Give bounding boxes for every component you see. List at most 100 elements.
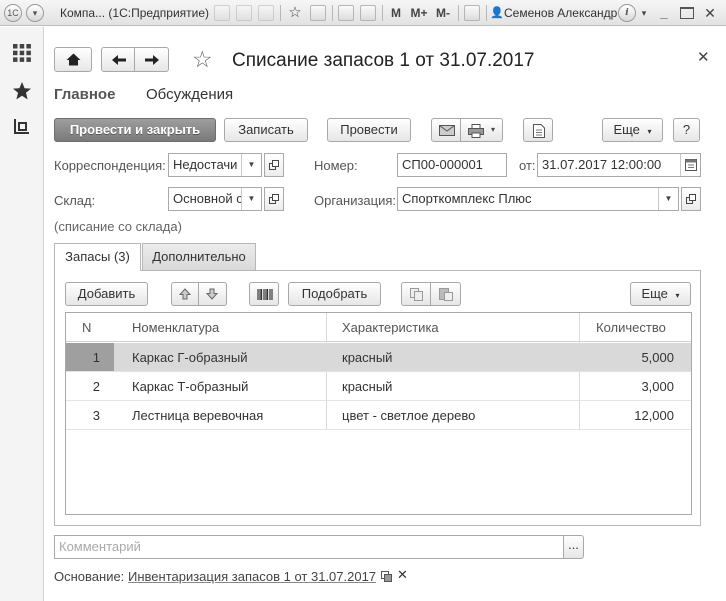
row-number: 1: [92, 350, 100, 365]
home-button[interactable]: [54, 47, 92, 72]
tab-stocks[interactable]: Запасы (3): [54, 243, 141, 271]
left-panel: [0, 27, 44, 601]
warehouse-value: Основной с: [173, 191, 243, 206]
memory-m-button[interactable]: M: [388, 4, 404, 22]
favorites-star-icon[interactable]: ☆: [286, 4, 304, 22]
window-layout-icon[interactable]: [464, 5, 480, 21]
date-field[interactable]: 31.07.2017 12:00:00: [537, 153, 701, 177]
open-icon: [686, 194, 696, 204]
table-row[interactable]: 1 Каркас Г-образный красный 5,000: [66, 343, 691, 372]
main-menu-button[interactable]: ▾: [26, 4, 44, 22]
save-button[interactable]: Записать: [224, 118, 308, 142]
table-more-button[interactable]: Еще ▾: [630, 282, 691, 306]
correspondence-value: Недостачи: [173, 157, 238, 172]
print-dropdown-icon: ▾: [491, 125, 496, 134]
column-header-n[interactable]: N: [82, 313, 102, 342]
email-button[interactable]: [431, 118, 461, 142]
minimize-icon[interactable]: _: [656, 4, 672, 22]
arrow-right-icon: [145, 55, 159, 65]
preview-icon[interactable]: [258, 5, 274, 21]
favorites-star-icon[interactable]: [12, 81, 32, 101]
forward-button[interactable]: [135, 47, 169, 72]
sections-grid-icon[interactable]: [12, 43, 32, 63]
move-up-button[interactable]: [171, 282, 199, 306]
calendar-icon[interactable]: [360, 5, 376, 21]
memory-minus-button[interactable]: M-: [432, 4, 454, 22]
copy-icon: [410, 288, 423, 301]
select-basis-icon[interactable]: [381, 571, 392, 582]
tab-additional[interactable]: Дополнительно: [142, 243, 256, 270]
move-down-button[interactable]: [199, 282, 227, 306]
maximize-icon[interactable]: [680, 7, 694, 19]
window-titlebar: 1С ▾ Компа... (1С:Предприятие) ☆ M M+ M-…: [0, 0, 726, 26]
window-title: Компа... (1С:Предприятие): [60, 6, 210, 20]
organization-label: Организация:: [314, 193, 397, 208]
comment-expand-button[interactable]: ...: [563, 535, 584, 559]
print-button[interactable]: ▾: [461, 118, 503, 142]
row-characteristic: красный: [342, 350, 393, 365]
nav-discussions[interactable]: Обсуждения: [146, 86, 233, 103]
chevron-down-icon[interactable]: ▼: [241, 154, 261, 176]
history-icon[interactable]: [12, 117, 32, 137]
arrow-up-icon: [179, 288, 191, 300]
document-icon: [533, 124, 545, 138]
arrow-down-icon: [206, 288, 218, 300]
warehouse-field[interactable]: Основной с ▼: [168, 187, 262, 211]
info-icon[interactable]: i: [618, 4, 636, 22]
paste-button[interactable]: [431, 282, 461, 306]
help-button[interactable]: ?: [673, 118, 700, 142]
copy-button[interactable]: [401, 282, 431, 306]
favorite-star-icon[interactable]: ☆: [192, 46, 213, 72]
number-label: Номер:: [314, 158, 358, 173]
organization-field[interactable]: Спорткомплекс Плюс ▼: [397, 187, 679, 211]
post-and-close-button[interactable]: Провести и закрыть: [54, 118, 216, 142]
barcode-button[interactable]: [249, 282, 279, 306]
row-characteristic: красный: [342, 379, 393, 394]
add-button[interactable]: Добавить: [65, 282, 148, 306]
clear-basis-icon[interactable]: ✕: [397, 567, 408, 583]
row-characteristic: цвет - светлое дерево: [342, 408, 476, 423]
warehouse-open-button[interactable]: [264, 187, 284, 211]
form-close-icon[interactable]: ✕: [697, 49, 710, 67]
home-icon: [66, 53, 81, 66]
favorites-add-icon[interactable]: [310, 5, 326, 21]
printer-icon: [468, 124, 484, 138]
back-button[interactable]: [101, 47, 135, 72]
organization-open-button[interactable]: [681, 187, 701, 211]
user-name[interactable]: Семенов Александр: [504, 4, 617, 22]
basis-link[interactable]: Инвентаризация запасов 1 от 31.07.2017: [128, 569, 376, 585]
comment-input[interactable]: Комментарий: [54, 535, 564, 559]
print-icon[interactable]: [236, 5, 252, 21]
number-field[interactable]: СП00-000001: [397, 153, 507, 177]
row-number: 3: [92, 408, 100, 423]
row-number: 2: [92, 379, 100, 394]
save-disk-icon[interactable]: [214, 5, 230, 21]
row-item: Каркас Г-образный: [132, 350, 248, 365]
calculator-icon[interactable]: [338, 5, 354, 21]
more-button[interactable]: Еще ▾: [602, 118, 663, 142]
report-button[interactable]: [523, 118, 553, 142]
column-header-item[interactable]: Номенклатура: [132, 313, 322, 342]
correspondence-field[interactable]: Недостачи ▼: [168, 153, 262, 177]
date-value: 31.07.2017 12:00:00: [542, 157, 662, 172]
row-item: Каркас Т-образный: [132, 379, 249, 394]
chevron-down-icon[interactable]: ▼: [658, 188, 678, 210]
select-button[interactable]: Подобрать: [288, 282, 381, 306]
table-row[interactable]: 2 Каркас Т-образный красный 3,000: [66, 372, 691, 401]
more-dropdown-icon: ▾: [647, 127, 652, 136]
column-header-qty[interactable]: Количество: [596, 313, 686, 342]
post-button[interactable]: Провести: [327, 118, 411, 142]
app-menu-button[interactable]: 1С: [4, 4, 22, 22]
envelope-icon: [439, 125, 455, 136]
nav-main[interactable]: Главное: [54, 86, 115, 103]
memory-plus-button[interactable]: M+: [408, 4, 430, 22]
warehouse-label: Склад:: [54, 193, 96, 208]
chevron-down-icon[interactable]: ▼: [241, 188, 261, 210]
window-close-icon[interactable]: ✕: [702, 4, 718, 22]
calendar-icon[interactable]: [680, 154, 700, 176]
correspondence-open-button[interactable]: [264, 153, 284, 177]
table-row[interactable]: 3 Лестница веревочная цвет - светлое дер…: [66, 401, 691, 430]
column-header-characteristic[interactable]: Характеристика: [342, 313, 572, 342]
info-dropdown-icon[interactable]: ▾: [638, 4, 650, 22]
row-qty: 12,000: [634, 408, 674, 423]
